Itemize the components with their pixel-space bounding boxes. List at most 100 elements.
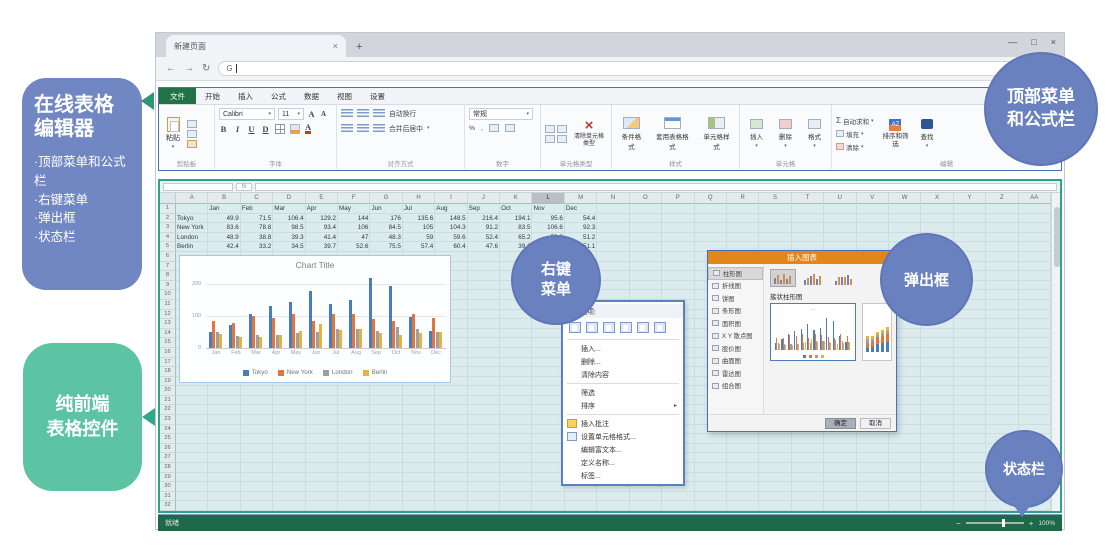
- cell[interactable]: [889, 223, 921, 233]
- zoom-out-icon[interactable]: −: [956, 519, 961, 528]
- cell[interactable]: [889, 492, 921, 502]
- row-header[interactable]: 20: [160, 386, 176, 396]
- cell[interactable]: [403, 501, 435, 511]
- cell[interactable]: May: [338, 204, 370, 214]
- cell[interactable]: 106.6: [532, 223, 564, 233]
- cell[interactable]: 39.3: [273, 233, 305, 243]
- cell[interactable]: [824, 444, 856, 454]
- cell[interactable]: New York: [176, 223, 208, 233]
- cell[interactable]: [792, 463, 824, 473]
- cell[interactable]: [921, 358, 953, 368]
- cell[interactable]: [338, 482, 370, 492]
- cell[interactable]: [338, 453, 370, 463]
- cell[interactable]: [338, 405, 370, 415]
- cell[interactable]: [597, 242, 629, 252]
- cell[interactable]: [921, 444, 953, 454]
- cell[interactable]: [954, 463, 986, 473]
- row-header[interactable]: 15: [160, 338, 176, 348]
- cell[interactable]: [338, 444, 370, 454]
- cell[interactable]: [921, 396, 953, 406]
- cell[interactable]: [532, 473, 564, 483]
- cell[interactable]: 135.6: [403, 214, 435, 224]
- cell[interactable]: [532, 492, 564, 502]
- cell[interactable]: Jun: [370, 204, 402, 214]
- cell[interactable]: [662, 252, 694, 262]
- cell[interactable]: [403, 396, 435, 406]
- cell[interactable]: 52.6: [338, 242, 370, 252]
- cell[interactable]: [306, 453, 338, 463]
- cell[interactable]: Jul: [403, 204, 435, 214]
- cell[interactable]: 106: [338, 223, 370, 233]
- increase-decimal-icon[interactable]: [489, 124, 499, 132]
- cell[interactable]: [468, 271, 500, 281]
- cell[interactable]: [338, 463, 370, 473]
- cell[interactable]: [1019, 223, 1051, 233]
- underline-button[interactable]: U: [247, 124, 256, 134]
- cell[interactable]: [727, 473, 759, 483]
- cell[interactable]: [986, 242, 1018, 252]
- cell[interactable]: [273, 405, 305, 415]
- cell[interactable]: [792, 223, 824, 233]
- cell[interactable]: [241, 501, 273, 511]
- cell[interactable]: [824, 204, 856, 214]
- cell[interactable]: [565, 492, 597, 502]
- cell[interactable]: [695, 444, 727, 454]
- restore-icon[interactable]: □: [1031, 37, 1036, 47]
- column-header[interactable]: Y: [954, 193, 986, 204]
- cell[interactable]: [241, 453, 273, 463]
- cell[interactable]: 93.4: [306, 223, 338, 233]
- cell[interactable]: [986, 300, 1018, 310]
- cell[interactable]: [695, 482, 727, 492]
- cell[interactable]: [241, 386, 273, 396]
- column-header[interactable]: B: [208, 193, 240, 204]
- cell[interactable]: [338, 396, 370, 406]
- align-center-icon[interactable]: [357, 124, 369, 132]
- font-family-select[interactable]: Calibri▾: [219, 108, 275, 120]
- cell[interactable]: 34.5: [273, 242, 305, 252]
- cell[interactable]: 47.6: [468, 242, 500, 252]
- cell[interactable]: [986, 319, 1018, 329]
- cell[interactable]: [662, 214, 694, 224]
- cell[interactable]: [435, 444, 467, 454]
- cell[interactable]: [662, 242, 694, 252]
- cell[interactable]: [176, 482, 208, 492]
- cell[interactable]: [630, 271, 662, 281]
- cell[interactable]: [338, 415, 370, 425]
- ribbon-tab-home[interactable]: 开始: [196, 88, 229, 104]
- paste-option-icon[interactable]: [586, 322, 598, 333]
- cell[interactable]: 83.6: [208, 223, 240, 233]
- cell[interactable]: [986, 262, 1018, 272]
- grow-font-button[interactable]: A: [307, 109, 316, 119]
- cell[interactable]: [532, 338, 564, 348]
- row-header[interactable]: 14: [160, 329, 176, 339]
- row-header[interactable]: 28: [160, 463, 176, 473]
- cell[interactable]: [532, 425, 564, 435]
- cell[interactable]: [954, 358, 986, 368]
- cell[interactable]: [759, 453, 791, 463]
- row-header[interactable]: 5: [160, 242, 176, 252]
- cell[interactable]: [662, 223, 694, 233]
- cell[interactable]: [468, 367, 500, 377]
- cell[interactable]: [500, 434, 532, 444]
- row-header[interactable]: 11: [160, 300, 176, 310]
- zoom-slider-thumb[interactable]: [1002, 519, 1005, 527]
- cell[interactable]: [954, 444, 986, 454]
- cell[interactable]: [500, 338, 532, 348]
- cell[interactable]: [792, 501, 824, 511]
- cell[interactable]: [986, 252, 1018, 262]
- cell[interactable]: 148.5: [435, 214, 467, 224]
- cell[interactable]: [532, 396, 564, 406]
- cell[interactable]: [241, 434, 273, 444]
- cell[interactable]: 71.5: [241, 214, 273, 224]
- cell[interactable]: 39.7: [306, 242, 338, 252]
- cell[interactable]: [921, 492, 953, 502]
- cell[interactable]: [954, 425, 986, 435]
- chart-type-item[interactable]: 折线图: [708, 280, 763, 293]
- cell[interactable]: [986, 367, 1018, 377]
- row-header[interactable]: 13: [160, 319, 176, 329]
- cell[interactable]: [695, 223, 727, 233]
- cell[interactable]: [176, 492, 208, 502]
- cell[interactable]: 52.4: [468, 233, 500, 243]
- cell[interactable]: [370, 434, 402, 444]
- cell[interactable]: [176, 501, 208, 511]
